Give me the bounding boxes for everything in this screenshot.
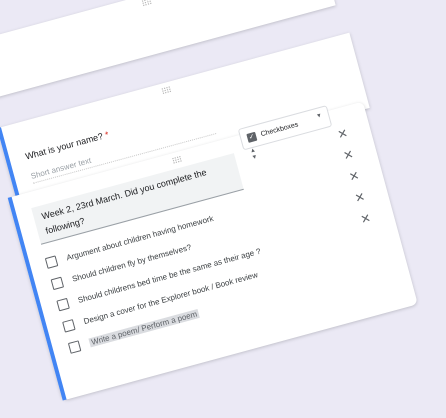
form-editor-canvas: ⠿⠿ ⠿⠿ What is your name? * Short answer … bbox=[0, 0, 446, 415]
checkbox-icon bbox=[56, 297, 70, 311]
remove-option-close-icon[interactable]: ✕ bbox=[342, 147, 355, 163]
checkbox-icon bbox=[61, 318, 76, 333]
drag-handle-icon[interactable]: ⠿⠿ bbox=[160, 86, 172, 97]
checkbox-icon bbox=[67, 339, 82, 354]
checkbox-icon bbox=[44, 254, 59, 269]
required-asterisk: * bbox=[103, 129, 110, 140]
checkbox-icon: ✓ bbox=[246, 131, 258, 143]
active-card-indicator bbox=[0, 127, 22, 204]
checkbox-icon bbox=[50, 276, 64, 290]
drag-handle-icon[interactable]: ⠿⠿ bbox=[141, 0, 153, 9]
remove-option-close-icon[interactable]: ✕ bbox=[336, 126, 349, 142]
dropdown-caret-icon: ▼ bbox=[315, 112, 323, 121]
question-type-label: Checkboxes bbox=[259, 120, 299, 138]
drag-handle-icon[interactable]: ⠿⠿ bbox=[171, 155, 183, 166]
title-scroll-arrows-icon[interactable]: ▲ ▼ bbox=[249, 147, 258, 162]
